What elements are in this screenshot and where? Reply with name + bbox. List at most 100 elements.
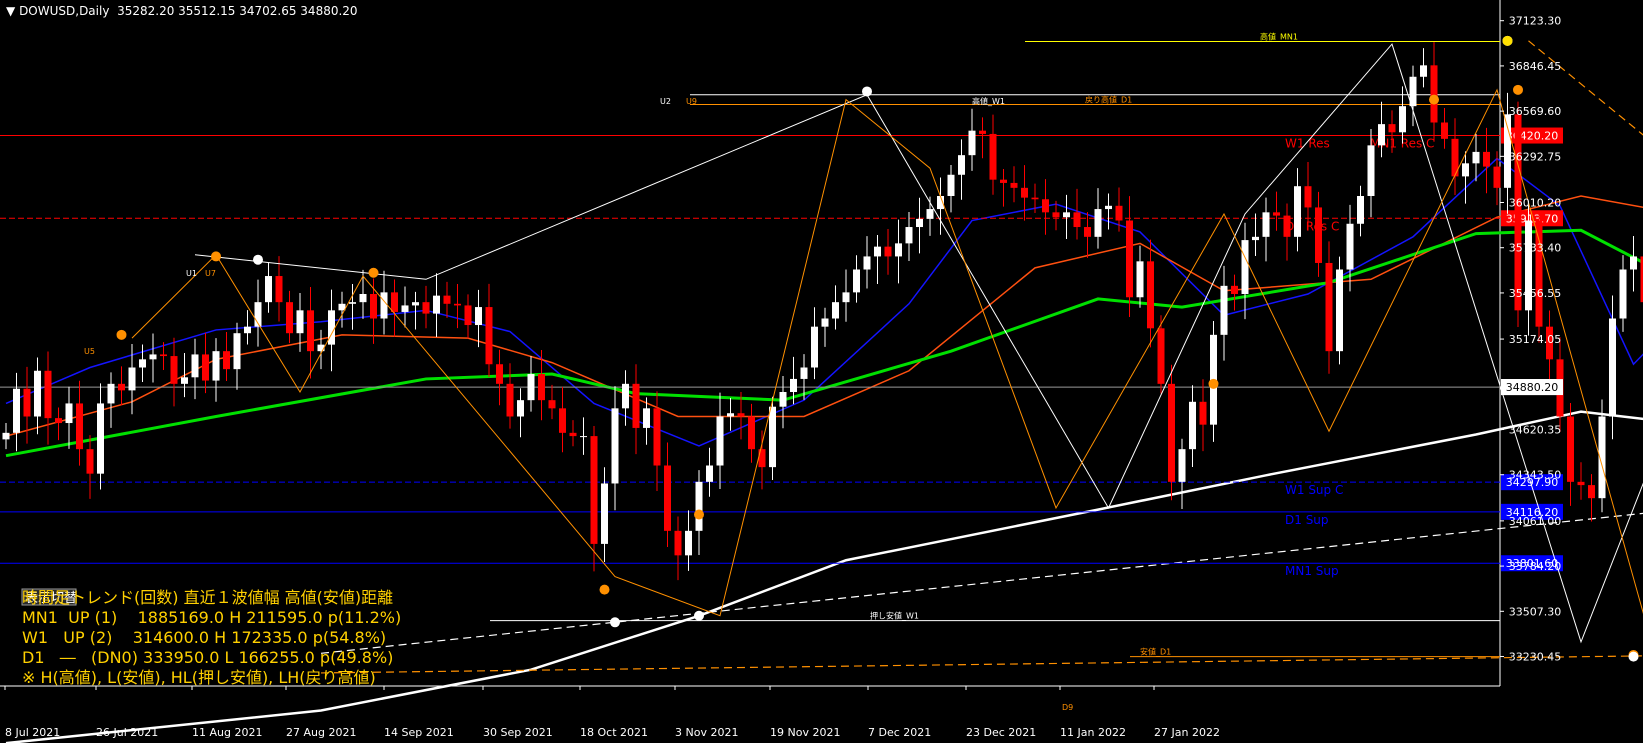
candle-body bbox=[1052, 212, 1060, 218]
candle-body bbox=[895, 243, 902, 257]
marker-label: 安値_D1 bbox=[1140, 647, 1171, 657]
marker-label: 高値_MN1 bbox=[1260, 31, 1298, 41]
price-tick-label: 34061.00 bbox=[1509, 515, 1562, 528]
symbol-label: DOWUSD,Daily bbox=[19, 4, 110, 18]
candle-body bbox=[926, 209, 934, 219]
candle-body bbox=[1252, 236, 1259, 241]
candle-body bbox=[1430, 65, 1438, 123]
candle-body bbox=[128, 367, 136, 391]
chart-window[interactable]: W1 Res MN1 Res C 36420.20 D1 Res C 35913.70 W… bbox=[0, 0, 1643, 743]
menu-arrow-icon[interactable]: ▼ bbox=[6, 4, 15, 18]
time-tick-label: 27 Aug 2021 bbox=[286, 726, 356, 739]
candle-body bbox=[1304, 186, 1312, 208]
candle-body bbox=[685, 530, 692, 556]
price-tick-label: 36292.75 bbox=[1509, 150, 1562, 163]
candle-body bbox=[653, 408, 661, 466]
candle-body bbox=[1315, 207, 1322, 263]
zigzag-orange-line bbox=[131, 88, 1643, 617]
pivot-white-marker bbox=[694, 610, 704, 621]
candle-body bbox=[632, 383, 640, 428]
time-tick-label: 11 Aug 2021 bbox=[192, 726, 262, 739]
ma-20-line bbox=[5, 157, 1643, 447]
candle-body bbox=[349, 302, 356, 304]
candle-body bbox=[401, 305, 409, 312]
current-price-label: 34880.20 bbox=[1506, 381, 1559, 394]
candle-body bbox=[1609, 318, 1616, 417]
candle-body bbox=[1577, 481, 1585, 486]
time-tick-label: 27 Jan 2022 bbox=[1154, 726, 1220, 739]
ohlc-label: 35282.20 35512.15 34702.65 34880.20 bbox=[117, 4, 358, 18]
candle-body bbox=[1567, 416, 1574, 482]
candle-body bbox=[296, 310, 304, 334]
pivot-orange-marker bbox=[211, 251, 221, 262]
info-row-d1: D1 ― (DN0) 333950.0 L 166255.0 p(49.8%) bbox=[22, 648, 394, 667]
candle-body bbox=[1493, 166, 1501, 188]
time-tick-label: 7 Dec 2021 bbox=[868, 726, 931, 739]
trend-info-panel: 時間足トレンド(回数) 直近１波値幅 高値(安値)距離 MN1 UP (1) 1… bbox=[22, 588, 401, 688]
candle-body bbox=[139, 359, 146, 368]
candle-body bbox=[916, 218, 923, 228]
price-tick-label: 35733.40 bbox=[1509, 242, 1562, 255]
candle-body bbox=[601, 483, 608, 544]
candle-body bbox=[1136, 261, 1144, 298]
candle-body bbox=[485, 307, 493, 365]
pivot-label: U1 bbox=[186, 269, 197, 278]
price-tick-label: 36010.20 bbox=[1509, 197, 1562, 210]
candle-body bbox=[1630, 256, 1637, 270]
candle-body bbox=[1021, 187, 1028, 198]
pivot-label: U9 bbox=[686, 97, 697, 106]
candle-body bbox=[76, 403, 83, 450]
candle-body bbox=[1420, 65, 1427, 77]
candle-body bbox=[86, 449, 94, 474]
candle-body bbox=[580, 436, 587, 438]
candle-body bbox=[1535, 220, 1543, 327]
candle-body bbox=[23, 388, 31, 417]
marker-label: 押し安値_W1 bbox=[870, 611, 919, 621]
time-tick-label: 8 Jul 2021 bbox=[5, 726, 60, 739]
candle-body bbox=[1441, 122, 1448, 139]
pivot-orange-marker bbox=[1513, 84, 1523, 95]
candle-body bbox=[212, 351, 220, 381]
candle-body bbox=[496, 364, 503, 384]
price-tick-label: 34620.35 bbox=[1509, 424, 1562, 437]
price-tick-label: 33230.45 bbox=[1509, 651, 1562, 664]
trendline-bottom bbox=[320, 655, 1643, 674]
candle-body bbox=[674, 530, 682, 556]
candle-body bbox=[1157, 328, 1165, 384]
pivot-white-marker bbox=[1628, 651, 1639, 662]
pivot-orange-marker bbox=[1208, 378, 1219, 389]
pivot-label: U5 bbox=[84, 347, 95, 356]
pivot-orange-marker bbox=[116, 329, 127, 340]
candle-body bbox=[1147, 261, 1154, 329]
candle-body bbox=[475, 307, 482, 326]
pivot-label: U2 bbox=[660, 97, 671, 106]
candle-body bbox=[979, 130, 986, 134]
candle-body bbox=[244, 326, 251, 334]
candle-body bbox=[1189, 401, 1196, 450]
candle-body bbox=[1031, 197, 1039, 200]
candle-body bbox=[307, 310, 314, 352]
pivot-white-marker bbox=[610, 617, 620, 628]
candle-body bbox=[611, 408, 619, 484]
candle-body bbox=[832, 302, 839, 319]
candle-body bbox=[1357, 196, 1364, 224]
candle-body bbox=[1241, 240, 1249, 294]
candle-body bbox=[769, 406, 776, 468]
candle-body bbox=[1483, 151, 1490, 167]
candle-body bbox=[160, 354, 167, 357]
candle-body bbox=[853, 269, 860, 293]
candle-body bbox=[107, 383, 115, 404]
pivot-orange-marker bbox=[599, 584, 610, 595]
candle-body bbox=[947, 174, 955, 196]
price-tick-label: 33507.30 bbox=[1509, 605, 1562, 618]
pivot-label: U7 bbox=[205, 269, 216, 278]
candle-body bbox=[538, 374, 545, 401]
price-tick-label: 33784.20 bbox=[1509, 560, 1562, 573]
candle-body bbox=[1084, 227, 1091, 237]
candle-body bbox=[905, 227, 913, 244]
candle-body bbox=[727, 413, 734, 417]
level-label: W1 Sup C bbox=[1285, 483, 1343, 497]
candle-body bbox=[1115, 205, 1123, 221]
candle-body bbox=[55, 418, 62, 424]
price-tick-label: 36846.45 bbox=[1509, 60, 1562, 73]
